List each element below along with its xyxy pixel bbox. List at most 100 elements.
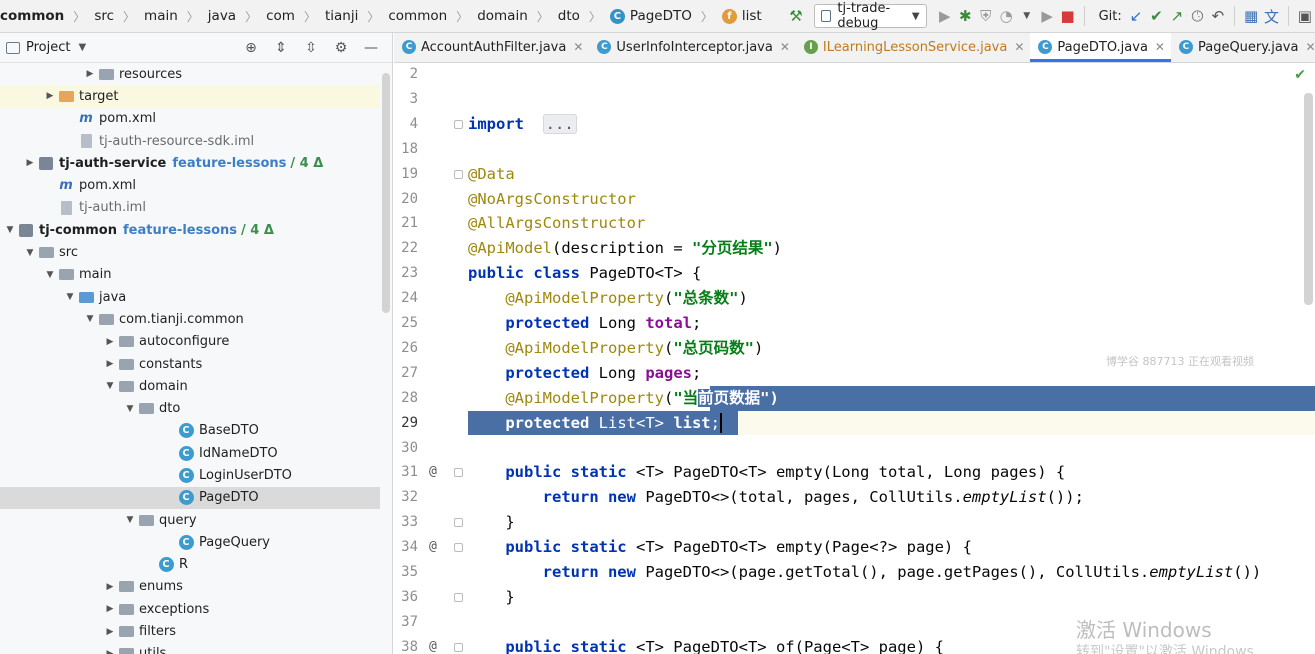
breadcrumb-item-pagedto[interactable]: C PageDTO xyxy=(609,8,692,24)
gutter-line[interactable]: 24 xyxy=(394,286,461,311)
fold-toggle-icon[interactable] xyxy=(454,592,463,602)
chevron-down-icon[interactable]: ▼ xyxy=(122,515,138,525)
close-icon[interactable]: ✕ xyxy=(1305,40,1315,54)
close-icon[interactable]: ✕ xyxy=(1014,40,1024,54)
code-line[interactable]: import ... xyxy=(468,112,577,137)
tab-pagequery-java[interactable]: C PageQuery.java ✕ xyxy=(1171,33,1315,62)
code-line[interactable]: } xyxy=(468,510,514,535)
code-line[interactable]: protected Long pages; xyxy=(468,361,701,386)
breadcrumb-item-common[interactable]: common xyxy=(0,8,64,24)
tree-item-domain[interactable]: ▼ domain xyxy=(0,375,380,397)
code-line[interactable]: protected Long total; xyxy=(468,311,701,336)
chevron-down-icon[interactable]: ▼ xyxy=(22,248,38,258)
gutter-line[interactable]: 31 @ xyxy=(394,460,463,485)
gutter-line[interactable]: 23 xyxy=(394,261,461,286)
gutter-line[interactable]: 20 xyxy=(394,187,461,212)
tree-item-utils[interactable]: ▶ utils xyxy=(0,643,380,654)
chevron-right-icon[interactable]: ▶ xyxy=(42,91,58,101)
code-line[interactable]: @ApiModelProperty("总条数") xyxy=(468,286,748,311)
chevron-down-icon[interactable]: ▼ xyxy=(1018,5,1034,27)
tab-accountauthfilter-java[interactable]: C AccountAuthFilter.java ✕ xyxy=(394,33,589,62)
tree-item-tj-common[interactable]: ▼ tj-common feature-lessons/ 4 Δ xyxy=(0,219,380,241)
minimize-icon[interactable]: — xyxy=(360,37,382,59)
code-line[interactable]: @ApiModel(description = "分页结果") xyxy=(468,236,782,261)
gutter-line[interactable]: 22 xyxy=(394,236,461,261)
gutter-line[interactable]: 4 xyxy=(394,112,463,137)
tree-item-loginuserdto[interactable]: C LoginUserDTO xyxy=(0,464,380,486)
tab-ilearninglessonservice-java[interactable]: I ILearningLessonService.java ✕ xyxy=(796,33,1031,62)
translate-icon[interactable]: 文 xyxy=(1263,5,1279,27)
breadcrumb-item-main[interactable]: main xyxy=(144,8,178,24)
breadcrumb-item-domain[interactable]: domain xyxy=(477,8,528,24)
chevron-right-icon[interactable]: ▶ xyxy=(22,158,38,168)
tree-item-exceptions[interactable]: ▶ exceptions xyxy=(0,598,380,620)
gutter-line[interactable]: 21 xyxy=(394,211,461,236)
gear-icon[interactable]: ⚙ xyxy=(330,37,352,59)
code-line[interactable]: @Data xyxy=(468,162,515,187)
chevron-down-icon[interactable]: ▼ xyxy=(102,381,118,391)
close-icon[interactable]: ✕ xyxy=(573,40,583,54)
git-push-icon[interactable]: ↗ xyxy=(1169,5,1185,27)
tree-item-tj-auth-service[interactable]: ▶ tj-auth-service feature-lessons/ 4 Δ xyxy=(0,152,380,174)
code-line[interactable]: return new PageDTO<>(total, pages, CollU… xyxy=(468,485,1084,510)
tree-item-autoconfigure[interactable]: ▶ autoconfigure xyxy=(0,331,380,353)
gutter-line[interactable]: 37 xyxy=(394,610,461,635)
gutter-line[interactable]: 30 xyxy=(394,436,461,461)
chevron-right-icon[interactable]: ▶ xyxy=(102,359,118,369)
resume-icon[interactable]: ▶ xyxy=(1039,5,1055,27)
breadcrumb-item-list[interactable]: f list xyxy=(721,8,762,24)
tree-item-filters[interactable]: ▶ filters xyxy=(0,620,380,642)
breadcrumb-item-common-pkg[interactable]: common xyxy=(388,8,447,24)
history-clock-icon[interactable]: 🕓︎ xyxy=(1189,5,1205,27)
tree-item-java[interactable]: ▼ java xyxy=(0,286,380,308)
gutter-line[interactable]: 36 xyxy=(394,585,463,610)
code-line[interactable]: } xyxy=(468,585,514,610)
chevron-right-icon[interactable]: ▶ xyxy=(102,337,118,347)
fold-toggle-icon[interactable] xyxy=(454,468,463,478)
tree-item-pagedto[interactable]: C PageDTO xyxy=(0,486,380,509)
gutter-line[interactable]: 3 xyxy=(394,87,461,112)
expand-all-icon[interactable]: ⇕ xyxy=(270,37,292,59)
code-editor[interactable]: 2 3 4 18 19 20 21 22 23 24 25 26 27 28 29 30 31 @32 33 34 @3… xyxy=(394,63,1315,654)
project-panel-title[interactable]: Project xyxy=(26,40,70,55)
gutter-line[interactable]: 28 xyxy=(394,386,461,411)
collapse-all-icon[interactable]: ⇳ xyxy=(300,37,322,59)
tree-item-basedto[interactable]: C BaseDTO xyxy=(0,420,380,442)
tree-item-dto[interactable]: ▼ dto xyxy=(0,397,380,419)
gutter-line[interactable]: 19 xyxy=(394,162,463,187)
locate-target-icon[interactable]: ⊕ xyxy=(240,37,262,59)
inspection-ok-icon[interactable]: ✔ xyxy=(1294,67,1306,83)
code-line[interactable]: @ApiModelProperty("总页码数") xyxy=(468,336,763,361)
code-line[interactable]: @NoArgsConstructor xyxy=(468,187,636,212)
breadcrumb-item-src[interactable]: src xyxy=(94,8,114,24)
breadcrumb-item-dto[interactable]: dto xyxy=(558,8,580,24)
code-line[interactable]: @AllArgsConstructor xyxy=(468,211,645,236)
coverage-icon[interactable]: ⛨ xyxy=(978,5,994,27)
tree-item-tj-auth-resource-sdk-iml[interactable]: tj-auth-resource-sdk.iml xyxy=(0,130,380,152)
breadcrumb-item-java[interactable]: java xyxy=(208,8,236,24)
chevron-down-icon[interactable]: ▼ xyxy=(78,42,86,53)
code-line[interactable]: protected List<T> list; xyxy=(461,410,1315,436)
annotation-marker-icon[interactable]: @ xyxy=(429,635,437,654)
git-update-icon[interactable]: ↙ xyxy=(1128,5,1144,27)
tree-item-pom-xml[interactable]: m pom.xml xyxy=(0,174,380,196)
tree-item-tj-auth-iml[interactable]: tj-auth.iml xyxy=(0,197,380,219)
code-line[interactable]: public static <T> PageDTO<T> of(Page<T> … xyxy=(468,635,944,654)
tree-item-main[interactable]: ▼ main xyxy=(0,264,380,286)
tab-pagedto-java[interactable]: C PageDTO.java ✕ xyxy=(1030,33,1171,62)
chevron-down-icon[interactable]: ▼ xyxy=(42,270,58,280)
breadcrumb-item-com[interactable]: com xyxy=(266,8,295,24)
stop-icon[interactable]: ■ xyxy=(1059,5,1075,27)
editor-scrollbar[interactable] xyxy=(1304,93,1313,305)
gutter-line[interactable]: 29 xyxy=(394,411,461,436)
tree-item-target[interactable]: ▶ target xyxy=(0,85,380,108)
gutter-line[interactable]: 18 xyxy=(394,137,461,162)
tree-item-idnamedto[interactable]: C IdNameDTO xyxy=(0,442,380,464)
build-hammer-icon[interactable]: ⚒ xyxy=(788,5,804,27)
tree-item-src[interactable]: ▼ src xyxy=(0,241,380,263)
code-line[interactable]: public static <T> PageDTO<T> empty(Page<… xyxy=(468,535,972,560)
chevron-down-icon[interactable]: ▼ xyxy=(62,292,78,302)
chevron-right-icon[interactable]: ▶ xyxy=(82,69,98,79)
close-icon[interactable]: ✕ xyxy=(1155,40,1165,54)
tree-item-enums[interactable]: ▶ enums xyxy=(0,576,380,598)
